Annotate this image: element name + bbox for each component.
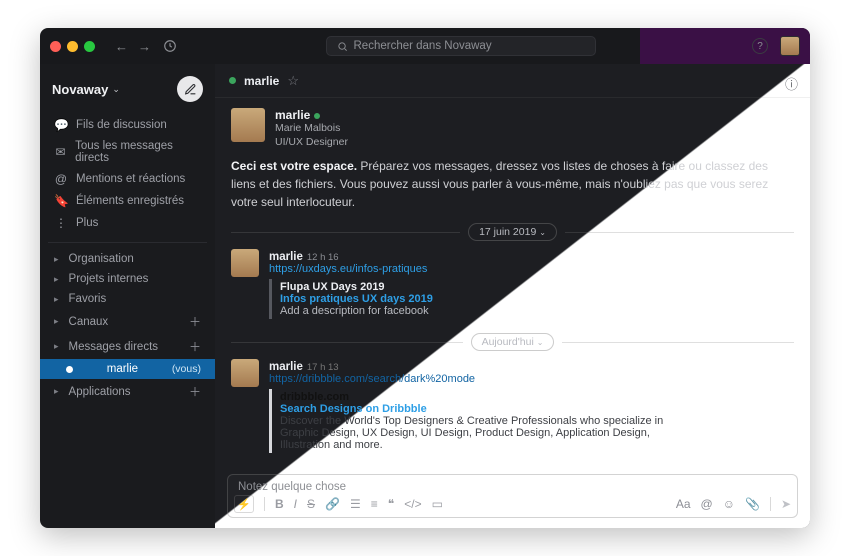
date-divider: 17 juin 2019 ⌄ xyxy=(231,223,794,241)
nav-forward-icon[interactable]: → xyxy=(138,39,151,54)
history-icon[interactable] xyxy=(163,39,177,53)
send-button[interactable]: ➤ xyxy=(781,497,791,511)
search-input[interactable]: Rechercher dans Novaway xyxy=(326,36,596,56)
sidebar-item-more[interactable]: ⋮Plus xyxy=(48,212,207,234)
help-icon[interactable]: ? xyxy=(752,38,768,54)
section-dm[interactable]: ▸Messages directs＋ xyxy=(40,334,215,359)
search-placeholder: Rechercher dans Novaway xyxy=(354,40,492,52)
sidebar: Novaway ⌄ 💬Fils de discussion ✉Tous les … xyxy=(40,64,215,528)
search-icon xyxy=(337,41,348,52)
close-icon[interactable] xyxy=(50,41,61,52)
dm-self[interactable]: marlie (vous) xyxy=(40,359,215,379)
bookmark-icon: 🔖 xyxy=(54,194,68,208)
message: marlie17 h 13 https://dribbble.com/searc… xyxy=(231,359,794,458)
message-input[interactable]: Notez quelque chose ⚡ B I S 🔗 ☰ ≡ ❝ </> … xyxy=(227,474,798,518)
message-link[interactable]: https://dribbble.com/search/dark%20mode xyxy=(269,373,689,385)
chevron-down-icon: ⌄ xyxy=(112,84,120,95)
channel-header: marlie ☆ xyxy=(215,64,810,98)
date-divider: Aujourd'hui ⌄ xyxy=(231,333,794,351)
format-icon[interactable]: Aa xyxy=(676,497,691,511)
bold-icon[interactable]: B xyxy=(275,497,284,511)
nav-back-icon[interactable]: ← xyxy=(115,39,128,54)
presence-icon xyxy=(314,113,320,119)
italic-icon[interactable]: I xyxy=(294,497,297,511)
avatar[interactable] xyxy=(231,249,259,277)
link-icon[interactable]: 🔗 xyxy=(325,497,340,511)
shortcuts-icon[interactable]: ⚡ xyxy=(234,495,254,513)
self-profile: marlie Marie Malbois UI/UX Designer xyxy=(231,108,794,149)
compose-button[interactable] xyxy=(177,76,203,102)
attach-icon[interactable]: 📎 xyxy=(745,497,760,511)
intro-text: Ceci est votre espace. Préparez vos mess… xyxy=(231,157,794,211)
composer-placeholder: Notez quelque chose xyxy=(238,481,346,493)
dm-icon: ✉ xyxy=(54,145,67,159)
plus-icon[interactable]: ＋ xyxy=(189,313,201,330)
plus-icon[interactable]: ＋ xyxy=(189,338,201,355)
star-icon[interactable]: ☆ xyxy=(287,73,299,89)
channel-name[interactable]: marlie xyxy=(244,74,279,88)
user-avatar[interactable] xyxy=(780,36,800,56)
presence-icon xyxy=(229,77,236,84)
avatar[interactable] xyxy=(231,108,265,142)
emoji-icon[interactable]: ☺ xyxy=(723,497,735,511)
section-projets[interactable]: ▸Projets internes xyxy=(40,269,215,289)
section-organisation[interactable]: ▸Organisation xyxy=(40,249,215,269)
mention-icon[interactable]: @ xyxy=(701,497,713,511)
code-icon[interactable]: </> xyxy=(404,497,421,511)
sidebar-item-saved[interactable]: 🔖Éléments enregistrés xyxy=(48,190,207,212)
message: marlie12 h 16 https://uxdays.eu/infos-pr… xyxy=(231,249,794,323)
presence-icon xyxy=(66,366,73,373)
titlebar: ← → Rechercher dans Novaway ? xyxy=(40,28,810,64)
link-preview: dribbble.com Search Designs on Dribbble … xyxy=(269,389,689,453)
section-canaux[interactable]: ▸Canaux＋ xyxy=(40,309,215,334)
maximize-icon[interactable] xyxy=(84,41,95,52)
sidebar-item-mentions[interactable]: @Mentions et réactions xyxy=(48,168,207,190)
list-icon[interactable]: ☰ xyxy=(350,497,361,511)
workspace-switcher[interactable]: Novaway ⌄ xyxy=(52,82,120,97)
info-icon[interactable]: ⓘ xyxy=(785,74,798,93)
at-icon: @ xyxy=(54,172,68,186)
plus-icon[interactable]: ＋ xyxy=(189,383,201,400)
composer: Notez quelque chose ⚡ B I S 🔗 ☰ ≡ ❝ </> … xyxy=(227,474,798,518)
section-favoris[interactable]: ▸Favoris xyxy=(40,289,215,309)
numbered-list-icon[interactable]: ≡ xyxy=(371,497,378,511)
chevron-down-icon: ⌄ xyxy=(539,228,546,237)
minimize-icon[interactable] xyxy=(67,41,78,52)
codeblock-icon[interactable]: ▭ xyxy=(432,497,443,511)
sidebar-item-dms[interactable]: ✉Tous les messages directs xyxy=(48,136,207,168)
message-link[interactable]: https://uxdays.eu/infos-pratiques xyxy=(269,263,433,275)
quote-icon[interactable]: ❝ xyxy=(388,497,394,511)
more-icon: ⋮ xyxy=(54,216,68,230)
threads-icon: 💬 xyxy=(54,118,68,132)
sidebar-item-threads[interactable]: 💬Fils de discussion xyxy=(48,114,207,136)
chevron-down-icon: ⌄ xyxy=(537,338,544,347)
avatar[interactable] xyxy=(231,359,259,387)
strike-icon[interactable]: S xyxy=(307,497,315,511)
link-preview: Flupa UX Days 2019 Infos pratiques UX da… xyxy=(269,279,433,319)
window-controls xyxy=(50,41,95,52)
section-apps[interactable]: ▸Applications＋ xyxy=(40,379,215,404)
